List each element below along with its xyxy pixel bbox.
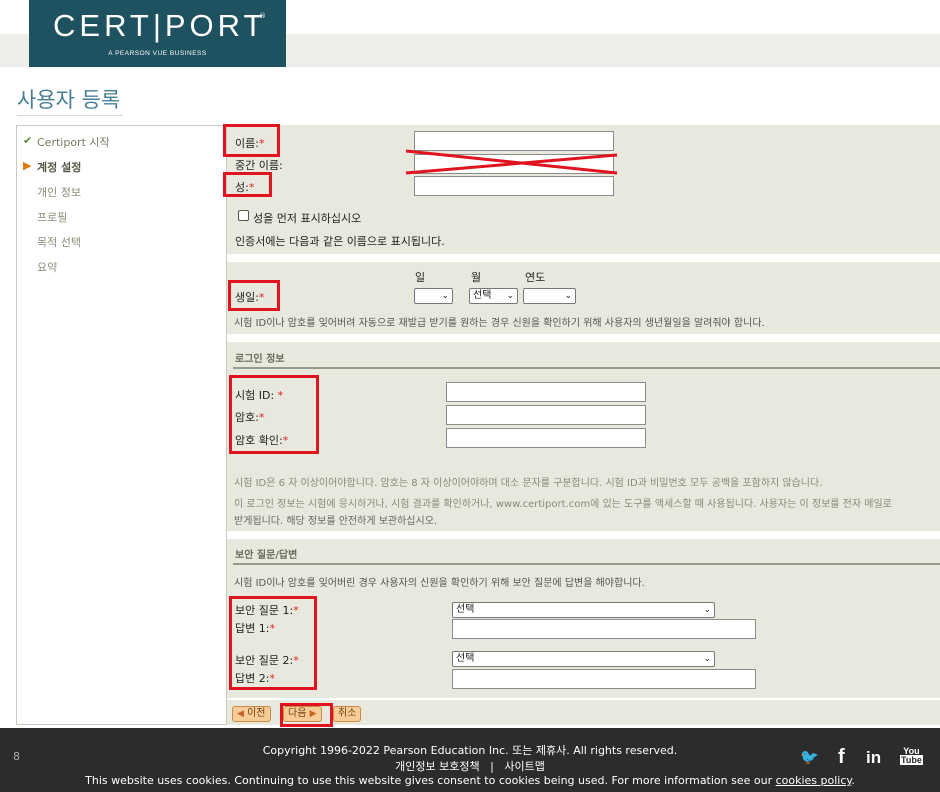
- sidebar-item-start[interactable]: Certiport 시작: [37, 134, 110, 150]
- sidebar-item-profile: 프로필: [37, 211, 68, 224]
- section-separator: [227, 531, 940, 539]
- arrow-left-icon: ◀: [237, 709, 244, 719]
- password-confirm-input[interactable]: [446, 428, 646, 448]
- sidebar-item-personal-info: 개인 정보: [37, 186, 81, 199]
- security-question-1-select[interactable]: 선택 ⌄: [452, 602, 715, 618]
- privacy-policy-link[interactable]: 개인정보 보호정책: [395, 760, 479, 773]
- footer-links: 개인정보 보호정책 | 사이트맵: [0, 758, 940, 774]
- twitter-icon[interactable]: 🐦: [800, 748, 819, 766]
- year-header: 연도: [525, 271, 546, 284]
- sidebar-item-purpose: 목적 선택: [37, 236, 81, 249]
- section-separator: [227, 254, 940, 262]
- last-name-input[interactable]: [414, 176, 614, 196]
- login-section-rule: [233, 367, 940, 369]
- prev-button[interactable]: ◀ 이전: [232, 706, 271, 722]
- cookie-banner: This website uses cookies. Continuing to…: [85, 774, 855, 787]
- logo-tagline: A PEARSON VUE BUSINESS: [108, 50, 207, 57]
- login-safety-note: 받게됩니다. 해당 정보를 안전하게 보관하십시오.: [234, 516, 438, 527]
- sidebar-item-summary: 요약: [37, 261, 58, 274]
- title-underline: [17, 115, 123, 116]
- birth-year-select[interactable]: ⌄: [523, 288, 576, 304]
- highlight-security-fields: [229, 596, 317, 690]
- security-note: 시험 ID이나 암호를 잊어버린 경우 사용자의 신원을 확인하기 위해 보안 …: [234, 578, 645, 589]
- chevron-down-icon: ⌄: [703, 605, 711, 615]
- highlight-login-fields: [229, 375, 319, 454]
- month-header: 월: [471, 271, 482, 284]
- logo-wordmark: CERT|PORT: [53, 8, 267, 43]
- security-section-rule: [233, 563, 940, 565]
- security-question-2-select[interactable]: 선택 ⌄: [452, 651, 715, 667]
- chevron-down-icon: ⌄: [506, 291, 514, 301]
- answer-2-input[interactable]: [452, 669, 756, 689]
- login-requirements-note: 시험 ID은 6 자 이상이어야합니다. 암호는 8 자 이상이어야하며 대소 …: [234, 478, 823, 489]
- chevron-down-icon: ⌄: [564, 291, 572, 301]
- cross-out-mark: [405, 149, 618, 175]
- last-name-first-checkbox[interactable]: [238, 210, 249, 221]
- highlight-first-name: [223, 124, 280, 157]
- password-input[interactable]: [446, 405, 646, 425]
- highlight-next-button: [280, 703, 333, 727]
- exam-id-input[interactable]: [446, 382, 646, 402]
- section-separator: [227, 698, 940, 700]
- copyright-text: Copyright 1996-2022 Pearson Education In…: [262, 744, 678, 757]
- first-name-input[interactable]: [414, 131, 614, 151]
- last-name-first-label: 성을 먼저 표시하십시오: [253, 212, 362, 225]
- youtube-icon[interactable]: You Tube: [900, 747, 923, 765]
- cookies-policy-link[interactable]: cookies policy: [776, 774, 852, 787]
- middle-name-label: 중간 이름:: [235, 159, 283, 172]
- facebook-icon[interactable]: f: [838, 746, 845, 769]
- certiport-logo[interactable]: CERT|PORT ® A PEARSON VUE BUSINESS: [29, 0, 286, 67]
- login-section-title: 로그인 정보: [235, 354, 285, 365]
- highlight-birthday: [228, 280, 280, 311]
- security-section-title: 보안 질문/답변: [235, 550, 298, 561]
- section-separator: [227, 334, 940, 342]
- chevron-down-icon: ⌄: [703, 654, 711, 664]
- footer-divider: |: [490, 760, 494, 773]
- linkedin-icon[interactable]: in: [866, 748, 881, 768]
- sidebar-item-account-setup[interactable]: 계정 설정: [37, 159, 81, 175]
- cancel-button[interactable]: 취소: [333, 706, 362, 722]
- birthday-note: 시험 ID이나 암호를 잊어버려 자동으로 재발급 받기를 원하는 경우 신원을…: [234, 318, 765, 329]
- answer-1-input[interactable]: [452, 619, 756, 639]
- login-usage-note: 이 로그인 정보는 시험에 응시하거나, 시험 결과를 확인하거나, www.c…: [234, 499, 892, 510]
- day-header: 일: [415, 271, 426, 284]
- birth-month-select[interactable]: 선택 ⌄: [469, 288, 518, 304]
- check-icon: ✔: [23, 134, 33, 147]
- sidebar-steps: ✔ Certiport 시작 ▶ 계정 설정 개인 정보 프로필 목적 선택 요…: [16, 125, 227, 725]
- registration-form: 이름:* 중간 이름: 성:* 성을 먼저 표시하십시오 인증서에는 다음과 같…: [227, 125, 940, 725]
- sitemap-link[interactable]: 사이트맵: [504, 760, 544, 773]
- highlight-last-name: [223, 172, 272, 197]
- logo-registered: ®: [259, 12, 266, 20]
- arrow-right-icon: ▶: [23, 159, 32, 172]
- chevron-down-icon: ⌄: [441, 291, 449, 301]
- certificate-name-note: 인증서에는 다음과 같은 이름으로 표시됩니다.: [235, 235, 445, 248]
- footer: 8 Copyright 1996-2022 Pearson Education …: [0, 728, 940, 792]
- page-title: 사용자 등록: [17, 88, 121, 112]
- birth-day-select[interactable]: ⌄: [414, 288, 453, 304]
